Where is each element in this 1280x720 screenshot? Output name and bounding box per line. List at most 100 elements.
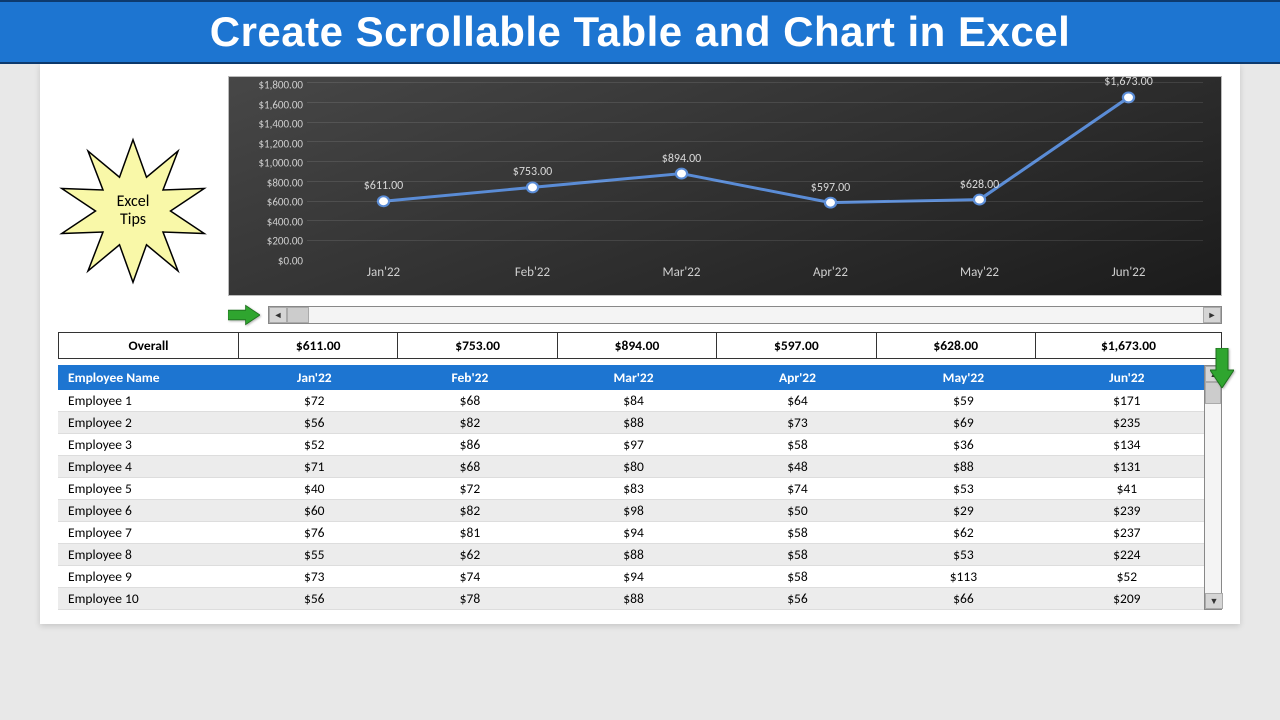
table-cell: $209 bbox=[1050, 588, 1204, 610]
vertical-scrollbar[interactable]: ▲ ▼ bbox=[1204, 365, 1222, 610]
gridline bbox=[307, 181, 1203, 182]
table-cell: $56 bbox=[238, 412, 391, 434]
table-cell: $171 bbox=[1050, 390, 1204, 412]
y-tick: $1,400.00 bbox=[258, 118, 303, 131]
table-cell: $74 bbox=[718, 478, 877, 500]
table-cell: $53 bbox=[877, 544, 1050, 566]
x-tick: Feb'22 bbox=[458, 265, 607, 289]
x-tick: Mar'22 bbox=[607, 265, 756, 289]
table-cell: $131 bbox=[1050, 456, 1204, 478]
table-cell: $69 bbox=[877, 412, 1050, 434]
chart-data-label: $894.00 bbox=[662, 152, 702, 166]
table-header: Jan'22 bbox=[238, 365, 391, 390]
table-row: Employee 3$52$86$97$58$36$134 bbox=[58, 434, 1204, 456]
table-cell: $88 bbox=[549, 544, 717, 566]
table-cell: Employee 10 bbox=[58, 588, 238, 610]
arrow-right-icon bbox=[228, 304, 260, 326]
gridline bbox=[307, 141, 1203, 142]
table-cell: $73 bbox=[718, 412, 877, 434]
y-tick: $1,800.00 bbox=[258, 79, 303, 92]
table-cell: $235 bbox=[1050, 412, 1204, 434]
overall-label: Overall bbox=[59, 333, 239, 359]
table-header: Feb'22 bbox=[391, 365, 550, 390]
table-cell: $56 bbox=[238, 588, 391, 610]
table-cell: $73 bbox=[238, 566, 391, 588]
table-cell: $88 bbox=[549, 412, 717, 434]
employee-table: Employee NameJan'22Feb'22Mar'22Apr'22May… bbox=[58, 365, 1204, 610]
table-row: Employee 7$76$81$94$58$62$237 bbox=[58, 522, 1204, 544]
y-tick: $1,000.00 bbox=[258, 157, 303, 170]
gridline bbox=[307, 220, 1203, 221]
page-title: Create Scrollable Table and Chart in Exc… bbox=[40, 8, 1240, 56]
table-cell: $64 bbox=[718, 390, 877, 412]
table-cell: $86 bbox=[391, 434, 550, 456]
table-cell: $76 bbox=[238, 522, 391, 544]
gridline bbox=[307, 122, 1203, 123]
table-cell: $80 bbox=[549, 456, 717, 478]
x-tick: Jun'22 bbox=[1054, 265, 1203, 289]
table-cell: $36 bbox=[877, 434, 1050, 456]
gridline bbox=[307, 240, 1203, 241]
table-cell: $98 bbox=[549, 500, 717, 522]
table-cell: $74 bbox=[391, 566, 550, 588]
table-cell: $68 bbox=[391, 390, 550, 412]
table-cell: $113 bbox=[877, 566, 1050, 588]
table-cell: $60 bbox=[238, 500, 391, 522]
h-scroll-thumb[interactable] bbox=[287, 307, 309, 323]
table-cell: $88 bbox=[877, 456, 1050, 478]
table-row: Employee 5$40$72$83$74$53$41 bbox=[58, 478, 1204, 500]
table-cell: $72 bbox=[391, 478, 550, 500]
overall-cell: $611.00 bbox=[239, 333, 398, 359]
table-cell: Employee 1 bbox=[58, 390, 238, 412]
scroll-right-button[interactable]: ► bbox=[1203, 307, 1221, 323]
table-cell: $59 bbox=[877, 390, 1050, 412]
table-cell: $239 bbox=[1050, 500, 1204, 522]
chart-data-label: $753.00 bbox=[513, 165, 553, 179]
horizontal-scrollbar[interactable]: ◄ ► bbox=[268, 306, 1222, 324]
table-cell: $88 bbox=[549, 588, 717, 610]
table-cell: $58 bbox=[718, 566, 877, 588]
table-cell: $94 bbox=[549, 522, 717, 544]
table-header: Mar'22 bbox=[549, 365, 717, 390]
h-scroll-track[interactable] bbox=[287, 307, 1203, 323]
table-cell: $68 bbox=[391, 456, 550, 478]
table-cell: Employee 8 bbox=[58, 544, 238, 566]
overall-cell: $753.00 bbox=[398, 333, 557, 359]
table-header: Jun'22 bbox=[1050, 365, 1204, 390]
table-cell: $48 bbox=[718, 456, 877, 478]
table-cell: $58 bbox=[718, 544, 877, 566]
table-header: May'22 bbox=[877, 365, 1050, 390]
y-tick: $800.00 bbox=[267, 176, 303, 189]
table-cell: $62 bbox=[877, 522, 1050, 544]
table-row: Employee 9$73$74$94$58$113$52 bbox=[58, 566, 1204, 588]
y-tick: $200.00 bbox=[267, 235, 303, 248]
tips-line1: Excel bbox=[117, 193, 150, 211]
table-row: Employee 2$56$82$88$73$69$235 bbox=[58, 412, 1204, 434]
table-cell: $52 bbox=[238, 434, 391, 456]
table-cell: Employee 9 bbox=[58, 566, 238, 588]
table-cell: $72 bbox=[238, 390, 391, 412]
table-cell: $134 bbox=[1050, 434, 1204, 456]
table-cell: Employee 4 bbox=[58, 456, 238, 478]
table-cell: $53 bbox=[877, 478, 1050, 500]
chart-svg bbox=[309, 85, 1203, 261]
scroll-left-button[interactable]: ◄ bbox=[269, 307, 287, 323]
table-cell: $40 bbox=[238, 478, 391, 500]
v-scroll-track[interactable] bbox=[1205, 382, 1221, 593]
table-cell: $56 bbox=[718, 588, 877, 610]
table-row: Employee 10$56$78$88$56$66$209 bbox=[58, 588, 1204, 610]
table-cell: $71 bbox=[238, 456, 391, 478]
y-tick: $1,600.00 bbox=[258, 98, 303, 111]
table-cell: $78 bbox=[391, 588, 550, 610]
tips-line2: Tips bbox=[120, 211, 146, 229]
table-cell: $82 bbox=[391, 412, 550, 434]
table-cell: $237 bbox=[1050, 522, 1204, 544]
table-cell: $29 bbox=[877, 500, 1050, 522]
scroll-down-button[interactable]: ▼ bbox=[1205, 593, 1223, 609]
table-cell: Employee 2 bbox=[58, 412, 238, 434]
chart-point bbox=[974, 195, 985, 205]
table-cell: $94 bbox=[549, 566, 717, 588]
line-chart[interactable]: $0.00$200.00$400.00$600.00$800.00$1,000.… bbox=[228, 76, 1222, 296]
table-cell: $224 bbox=[1050, 544, 1204, 566]
overall-cell: $1,673.00 bbox=[1035, 333, 1221, 359]
